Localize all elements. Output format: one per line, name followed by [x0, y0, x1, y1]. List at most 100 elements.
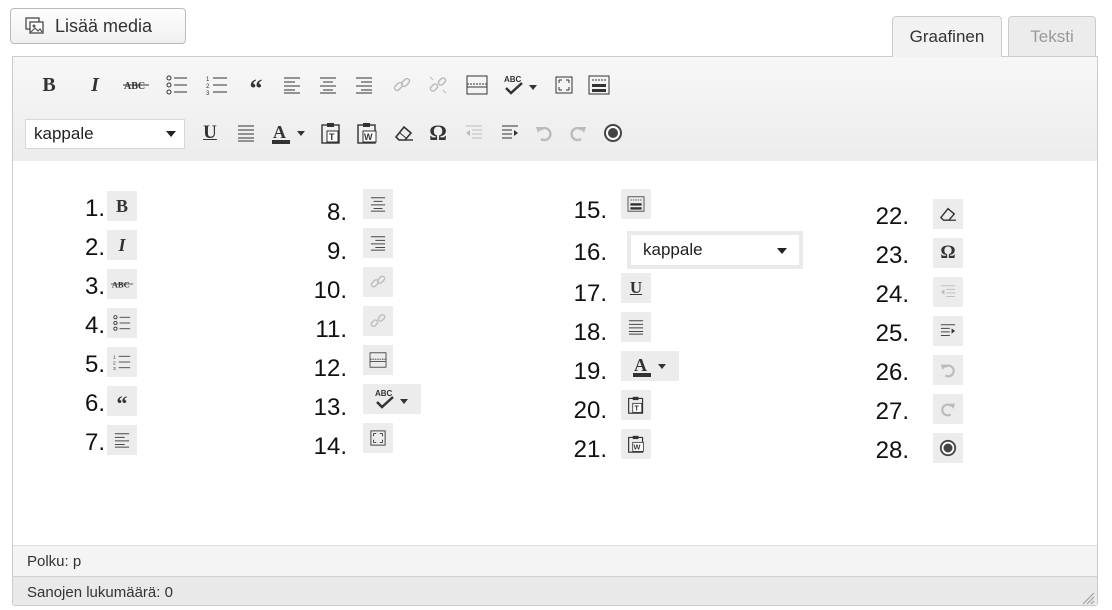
legend-number: 11.	[315, 316, 347, 343]
align-right-icon	[363, 228, 393, 258]
clear-formatting-icon	[933, 199, 963, 229]
align-left-icon	[107, 425, 137, 455]
bold-icon: B	[107, 191, 137, 221]
blockquote-icon[interactable]: “	[245, 67, 267, 103]
undo-icon	[933, 355, 963, 385]
format-select-value: kappale	[643, 240, 703, 259]
spellcheck-icon[interactable]: ABC	[501, 67, 541, 103]
bold-icon[interactable]: B	[39, 67, 59, 103]
numbered-list-icon[interactable]: 123	[205, 67, 229, 103]
resize-handle-icon[interactable]	[1079, 589, 1095, 605]
legend-number: 4.	[84, 312, 105, 339]
svg-text:1: 1	[206, 77, 210, 83]
tab-teksti[interactable]: Teksti	[1008, 16, 1096, 56]
paste-text-icon[interactable]: T	[319, 115, 343, 151]
bullet-list-icon[interactable]	[165, 67, 189, 103]
legend-number: 26.	[875, 359, 909, 386]
format-select-value: kappale	[34, 124, 94, 143]
legend-number: 21.	[573, 436, 607, 463]
paste-text-icon: T	[621, 390, 651, 420]
unlink-icon[interactable]	[427, 67, 449, 103]
redo-icon[interactable]	[567, 115, 589, 151]
paste-word-icon[interactable]: W	[355, 115, 379, 151]
link-icon[interactable]	[391, 67, 413, 103]
legend-number: 14.	[313, 433, 347, 460]
indent-icon	[933, 316, 963, 346]
legend-number: 25.	[875, 320, 909, 347]
legend-number: 9.	[326, 238, 347, 265]
legend-number: 23.	[875, 242, 909, 269]
outdent-icon[interactable]	[463, 115, 485, 151]
align-center-icon[interactable]	[317, 67, 339, 103]
blockquote-icon: “	[107, 386, 137, 416]
redo-icon	[933, 394, 963, 424]
svg-text:ABC: ABC	[504, 75, 522, 84]
link-icon	[363, 267, 393, 297]
legend-number: 20.	[573, 397, 607, 424]
legend-number: 13.	[313, 394, 347, 421]
chevron-down-icon	[166, 131, 176, 137]
editor-content[interactable]: 1. B 2. I 3. ABC 4. 5. 123 6. “ 7. 8. 9.…	[13, 161, 1097, 545]
svg-text:3: 3	[206, 91, 210, 95]
indent-icon[interactable]	[499, 115, 521, 151]
toolbar-toggle-icon[interactable]	[587, 67, 611, 103]
legend-number: 18.	[573, 319, 607, 346]
word-count-label: Sanojen lukumäärä: 0	[27, 583, 173, 601]
toolbar-toggle-icon	[621, 189, 651, 219]
undo-icon[interactable]	[533, 115, 555, 151]
legend-number: 3.	[84, 273, 105, 300]
clear-formatting-icon[interactable]	[393, 115, 415, 151]
add-media-button[interactable]: Lisää media	[10, 8, 186, 44]
italic-icon: I	[107, 230, 137, 260]
svg-text:T: T	[329, 132, 335, 142]
legend-number: 27.	[875, 398, 909, 425]
help-icon[interactable]	[601, 115, 625, 151]
legend-number: 16.	[573, 239, 607, 266]
strikethrough-icon[interactable]: ABC	[121, 67, 151, 103]
svg-text:2: 2	[206, 84, 210, 90]
align-right-icon[interactable]	[353, 67, 375, 103]
legend-number: 10.	[313, 277, 347, 304]
align-center-icon	[363, 189, 393, 219]
more-tag-icon	[363, 345, 393, 375]
legend-number: 5.	[84, 351, 105, 378]
format-select[interactable]: kappale	[25, 119, 185, 149]
underline-icon: U	[621, 273, 651, 303]
svg-text:T: T	[634, 404, 639, 413]
justify-icon	[621, 312, 651, 342]
legend-number: 2.	[84, 234, 105, 261]
text-color-icon[interactable]: A	[269, 115, 309, 151]
bullet-list-icon	[107, 308, 137, 338]
unlink-icon	[363, 306, 393, 336]
tab-graafinen[interactable]: Graafinen	[892, 16, 1002, 57]
more-tag-icon[interactable]	[465, 67, 489, 103]
legend-number: 22.	[875, 203, 909, 230]
help-icon	[933, 433, 963, 463]
svg-text:2: 2	[113, 360, 116, 366]
legend-number: 17.	[573, 280, 607, 307]
legend-number: 1.	[84, 195, 105, 222]
fullscreen-icon	[363, 423, 393, 453]
outdent-icon	[933, 277, 963, 307]
special-character-icon[interactable]: Ω	[427, 115, 449, 151]
chevron-down-icon	[777, 248, 787, 254]
underline-icon[interactable]: U	[199, 115, 221, 151]
legend-number: 24.	[875, 281, 909, 308]
legend-number: 12.	[313, 355, 347, 382]
strikethrough-icon: ABC	[107, 269, 137, 299]
legend-number: 6.	[84, 390, 105, 417]
svg-text:ABC: ABC	[124, 81, 145, 92]
svg-text:W: W	[364, 132, 373, 142]
svg-text:A: A	[273, 122, 286, 142]
italic-icon[interactable]: I	[85, 67, 105, 103]
add-media-icon	[25, 17, 45, 35]
justify-icon[interactable]	[235, 115, 257, 151]
fullscreen-icon[interactable]	[553, 67, 575, 103]
text-color-icon: A	[621, 351, 679, 381]
svg-text:A: A	[634, 355, 647, 375]
svg-text:3: 3	[113, 366, 116, 371]
svg-text:1: 1	[113, 355, 116, 361]
legend-number: 15.	[573, 197, 607, 224]
align-left-icon[interactable]	[281, 67, 303, 103]
editor-toolbar: B I ABC 123 “ ABC kappale U A T W Ω	[13, 57, 1097, 162]
